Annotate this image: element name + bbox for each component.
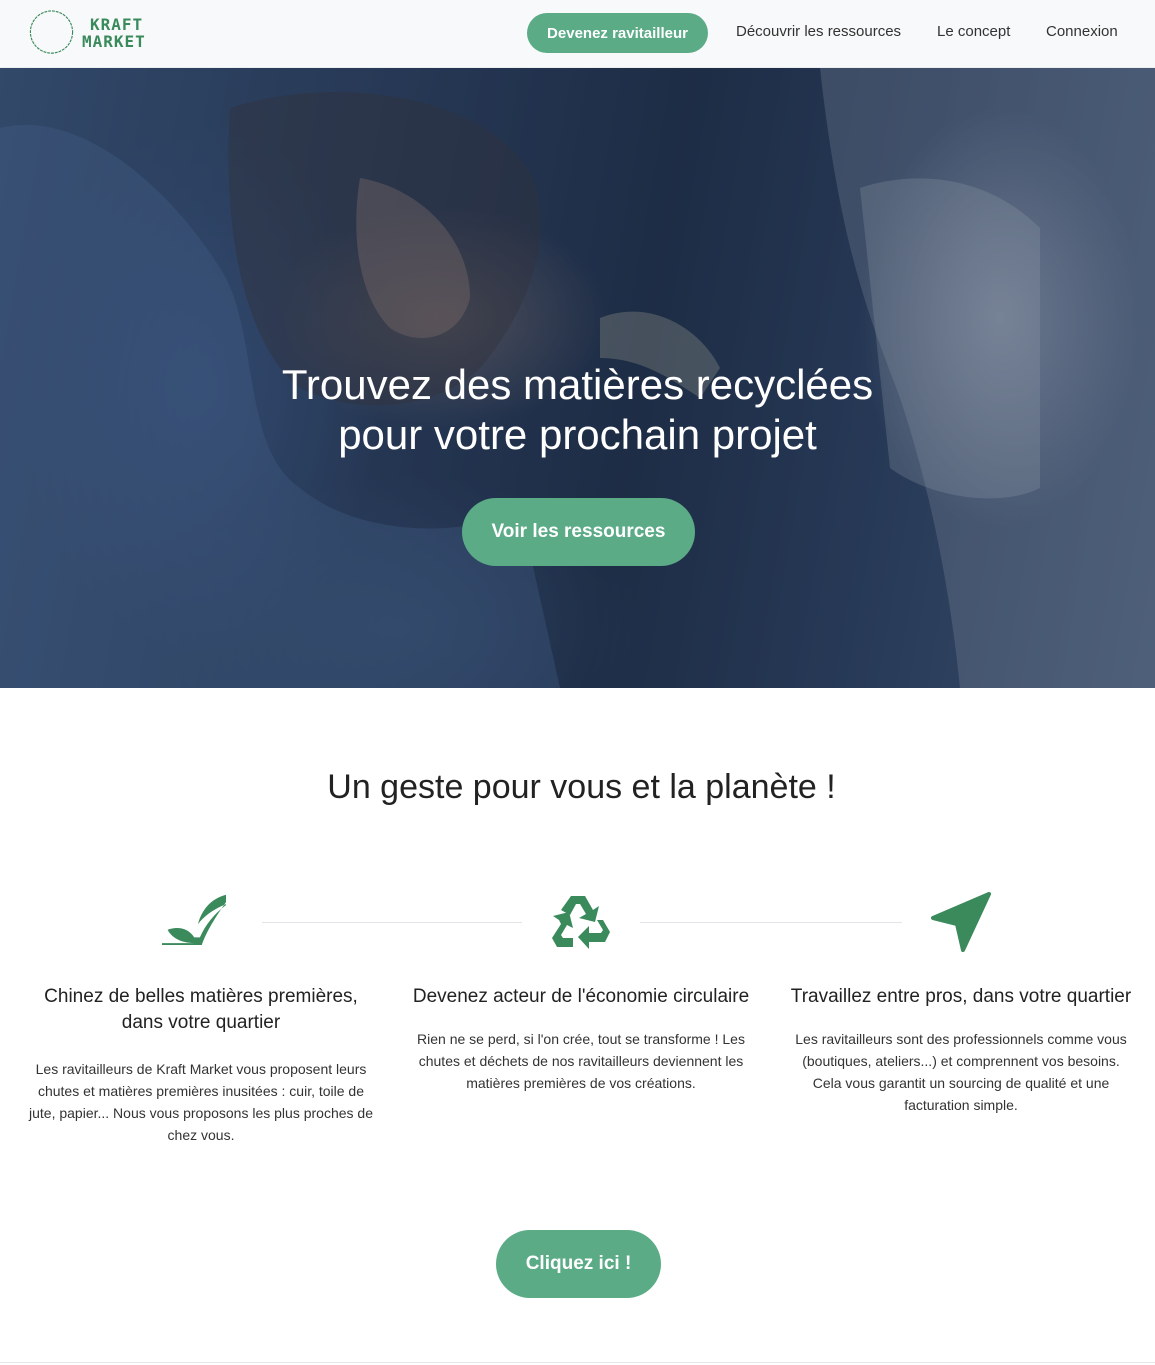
nav-link-resources[interactable]: Découvrir les ressources — [736, 23, 901, 40]
feature-title: Chinez de belles matières premières, dan… — [26, 984, 376, 1036]
location-arrow-icon — [931, 892, 991, 952]
feature-text: Rien ne se perd, si l'on crée, tout se t… — [417, 1031, 745, 1091]
navbar: KRAFT MARKET Devenez ravitailleur Découv… — [0, 0, 1155, 68]
feature-text: Les ravitailleurs sont des professionnel… — [795, 1031, 1127, 1113]
nav-link-concept[interactable]: Le concept — [937, 23, 1010, 40]
feature-title: Devenez acteur de l'économie circulaire — [412, 986, 750, 1007]
hero-title: Trouvez des matières recyclées pour votr… — [0, 360, 1155, 460]
nav-link-login[interactable]: Connexion — [1046, 23, 1118, 40]
brand-name: KRAFT MARKET — [82, 16, 146, 50]
feature-connector — [262, 922, 522, 923]
feature-card-chinez: Chinez de belles matières premières, dan… — [26, 984, 376, 1146]
feature-title: Travaillez entre pros, dans votre quarti… — [790, 986, 1132, 1007]
become-supplier-button[interactable]: Devenez ravitailleur — [527, 13, 708, 53]
brand-line1: KRAFT — [90, 15, 144, 34]
feature-card-circular-economy: Devenez acteur de l'économie circulaire … — [406, 984, 756, 1094]
feature-title-line2: dans votre quartier — [121, 1012, 281, 1033]
feature-connector — [640, 922, 902, 923]
hero-banner: Trouvez des matières recyclées pour votr… — [0, 68, 1155, 688]
section-title: Un geste pour vous et la planète ! — [327, 768, 836, 806]
click-here-button[interactable]: Cliquez ici ! — [496, 1230, 661, 1298]
hero-title-line1: Trouvez des matières recyclées — [281, 361, 874, 408]
brand-logo[interactable]: KRAFT MARKET — [28, 10, 158, 58]
see-resources-button[interactable]: Voir les ressources — [462, 498, 695, 566]
feature-title-line1: Chinez de belles matières premières, — [44, 986, 358, 1007]
brand-line2: MARKET — [82, 32, 146, 51]
leaf-icon — [162, 894, 226, 946]
feature-card-pros: Travaillez entre pros, dans votre quarti… — [786, 984, 1136, 1116]
divider — [0, 1362, 1155, 1363]
feature-text: Les ravitailleurs de Kraft Market vous p… — [29, 1061, 373, 1143]
hero-title-line2: pour votre prochain projet — [338, 411, 817, 458]
recycle-icon — [552, 896, 610, 949]
logo-circle-icon — [29, 10, 74, 54]
